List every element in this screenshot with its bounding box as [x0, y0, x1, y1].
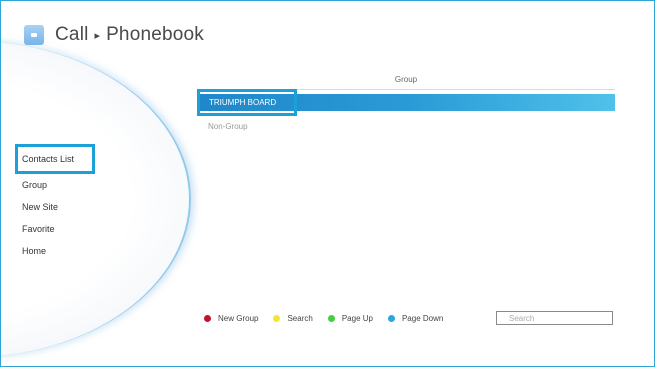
title-phonebook: Phonebook	[106, 24, 205, 45]
group-row-non-group[interactable]: Non-Group	[208, 122, 248, 131]
green-dot-icon	[327, 315, 335, 322]
title-call: Call	[55, 24, 89, 45]
search-input[interactable]	[496, 311, 613, 325]
yellow-dot-icon	[273, 315, 281, 322]
page-up-button[interactable]: Page Up	[327, 314, 373, 323]
sidebar-item-home[interactable]: Home	[15, 240, 205, 262]
new-group-label: New Group	[218, 314, 259, 323]
key-legend: New Group Search Page Up Page Down	[204, 314, 458, 323]
group-row-triumph-board[interactable]: TRIUMPH BOARD	[197, 89, 615, 116]
page-title: Call ▸ Phonebook	[24, 23, 204, 47]
page-down-label: Page Down	[401, 314, 444, 323]
sidebar-item-group[interactable]: Group	[15, 174, 205, 196]
red-dot-icon	[204, 315, 211, 322]
phonebook-screen: Call ▸ Phonebook Contacts List Group New…	[0, 0, 655, 367]
home-icon[interactable]	[24, 25, 44, 45]
sidebar-item-favorite[interactable]: Favorite	[15, 218, 205, 240]
search-button[interactable]: Search	[273, 314, 313, 323]
search-label: Search	[287, 314, 313, 323]
sidebar-item-contacts-list[interactable]: Contacts List	[15, 144, 95, 174]
group-row-label: TRIUMPH BOARD	[197, 89, 297, 116]
sidebar-item-new-site[interactable]: New Site	[15, 196, 205, 218]
page-up-label: Page Up	[341, 314, 373, 323]
page-down-button[interactable]: Page Down	[387, 314, 444, 323]
sidebar: Contacts List Group New Site Favorite Ho…	[15, 142, 205, 262]
breadcrumb-separator-icon: ▸	[94, 29, 101, 42]
group-column-header: Group	[394, 75, 418, 84]
blue-dot-icon	[387, 315, 395, 322]
new-group-button[interactable]: New Group	[204, 314, 258, 323]
